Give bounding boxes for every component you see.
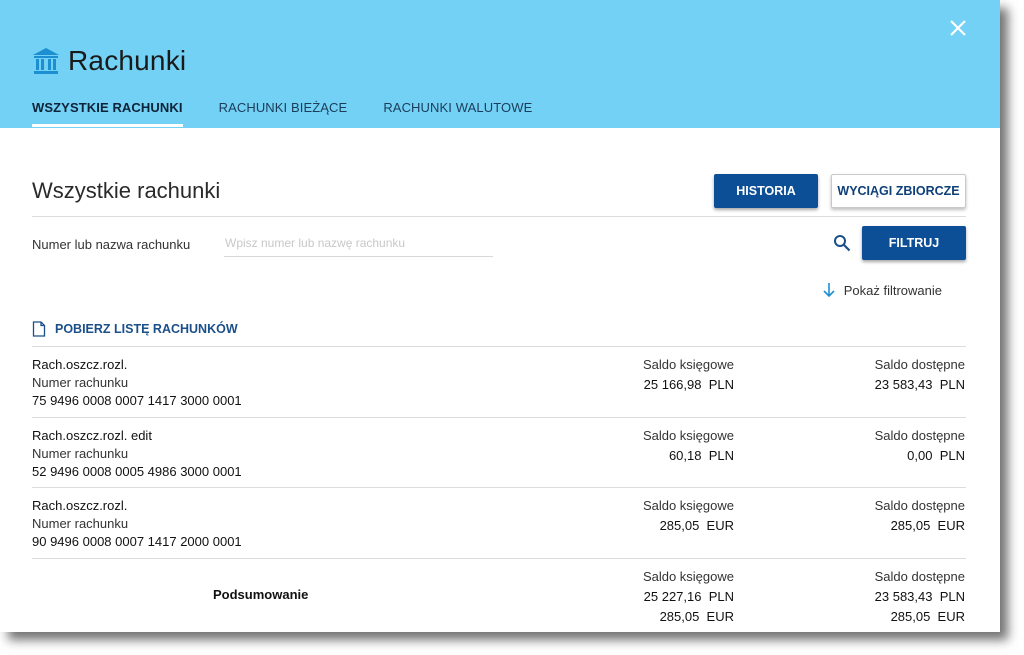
section-title: Wszystkie rachunki (32, 178, 221, 203)
book-balance-label: Saldo księgowe (642, 428, 734, 443)
divider (32, 216, 966, 217)
filter-button[interactable]: FILTRUJ (862, 226, 966, 260)
summary-book-balance: Saldo księgowe 25 227,16 PLN 285,05 EUR (643, 569, 734, 624)
available-balance: Saldo dostępne 285,05 EUR (875, 498, 965, 533)
summary-available-value-pln: 23 583,43 PLN (874, 589, 965, 604)
show-filtering-label: Pokaż filtrowanie (843, 282, 942, 298)
accounts-modal: Rachunki WSZYSTKIE RACHUNKI RACHUNKI BIE… (0, 0, 1000, 632)
book-balance-value: 285,05 EUR (659, 518, 734, 533)
book-balance-label: Saldo księgowe (642, 357, 734, 372)
tabs: WSZYSTKIE RACHUNKI RACHUNKI BIEŻĄCE RACH… (32, 100, 568, 127)
modal-header: Rachunki WSZYSTKIE RACHUNKI RACHUNKI BIE… (0, 0, 1000, 128)
book-balance-label: Saldo księgowe (642, 498, 734, 513)
summary-available-balance: Saldo dostępne 23 583,43 PLN 285,05 EUR (875, 569, 965, 624)
title-row: Rachunki (32, 44, 186, 78)
available-balance-label: Saldo dostępne (874, 357, 965, 372)
table-row[interactable]: Rach.oszcz.rozl. edit Numer rachunku 52 … (32, 418, 966, 488)
account-name: Rach.oszcz.rozl. (32, 357, 128, 372)
account-number: 90 9496 0008 0007 1417 2000 0001 (32, 534, 242, 549)
available-balance-label: Saldo dostępne (874, 428, 965, 443)
history-button[interactable]: HISTORIA (714, 174, 818, 208)
book-balance: Saldo księgowe 25 166,98 PLN (643, 357, 734, 392)
book-balance-value: 60,18 PLN (668, 448, 734, 463)
tab-current-accounts[interactable]: RACHUNKI BIEŻĄCE (219, 100, 348, 127)
account-number: 52 9496 0008 0005 4986 3000 0001 (32, 464, 242, 479)
account-number-label: Numer rachunku (32, 516, 129, 531)
book-balance-value: 25 166,98 PLN (643, 377, 734, 392)
book-balance: Saldo księgowe 60,18 PLN (643, 428, 734, 463)
close-icon[interactable] (948, 18, 968, 38)
table-row[interactable]: Rach.oszcz.rozl. Numer rachunku 90 9496 … (32, 488, 966, 558)
available-balance-label: Saldo dostępne (874, 498, 965, 513)
tab-currency-accounts[interactable]: RACHUNKI WALUTOWE (383, 100, 532, 127)
tab-all-accounts[interactable]: WSZYSTKIE RACHUNKI (32, 100, 183, 127)
summary-book-value-pln: 25 227,16 PLN (643, 589, 734, 604)
available-balance: Saldo dostępne 23 583,43 PLN (875, 357, 965, 392)
summary-label: Podsumowanie (213, 587, 309, 602)
available-balance: Saldo dostępne 0,00 PLN (875, 428, 965, 463)
summary-available-label: Saldo dostępne (874, 569, 965, 584)
summary-available-value-eur: 285,05 EUR (890, 609, 965, 624)
summary-book-value-eur: 285,05 EUR (659, 609, 734, 624)
available-balance-value: 285,05 EUR (890, 518, 965, 533)
show-filtering-toggle[interactable]: Pokaż filtrowanie (822, 282, 942, 298)
statements-button[interactable]: WYCIĄGI ZBIORCZE (831, 174, 966, 208)
table-row[interactable]: Rach.oszcz.rozl. Numer rachunku 75 9496 … (32, 347, 966, 417)
available-balance-value: 0,00 PLN (907, 448, 965, 463)
search-input[interactable] (224, 230, 493, 257)
filter-label: Numer lub nazwa rachunku (32, 237, 191, 252)
account-name: Rach.oszcz.rozl. (32, 498, 128, 513)
bank-icon (33, 48, 59, 74)
summary-row: Podsumowanie Saldo księgowe 25 227,16 PL… (32, 559, 966, 629)
available-balance-value: 23 583,43 PLN (874, 377, 965, 392)
page-title: Rachunki (68, 45, 187, 76)
account-name: Rach.oszcz.rozl. edit (32, 428, 152, 443)
arrow-down-icon (823, 283, 835, 298)
account-number: 75 9496 0008 0007 1417 3000 0001 (32, 393, 242, 408)
search-icon[interactable] (833, 234, 851, 252)
account-number-label: Numer rachunku (32, 446, 129, 461)
download-accounts-link[interactable]: POBIERZ LISTĘ RACHUNKÓW (32, 321, 238, 337)
account-number-label: Numer rachunku (32, 375, 129, 390)
download-accounts-label: POBIERZ LISTĘ RACHUNKÓW (55, 322, 238, 336)
summary-book-label: Saldo księgowe (642, 569, 734, 584)
book-balance: Saldo księgowe 285,05 EUR (643, 498, 734, 533)
document-icon (32, 321, 46, 337)
